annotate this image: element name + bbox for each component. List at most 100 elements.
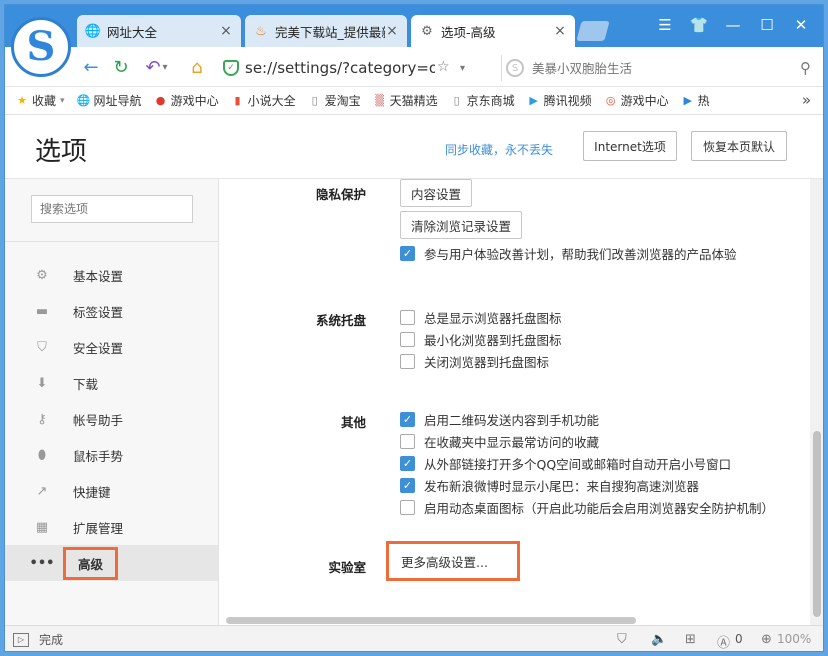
sidebar-toggle-icon[interactable]: ▷ <box>13 632 29 647</box>
option-user-experience[interactable]: ✓ 参与用户体验改善计划，帮助我们改善浏览器的产品体验 <box>400 244 737 262</box>
chevron-down-icon[interactable]: ▾ <box>460 63 465 74</box>
chevron-down-icon[interactable]: ▾ <box>159 55 171 79</box>
bookmark-item[interactable]: ▶ 热 <box>681 92 710 109</box>
new-tab-button[interactable] <box>576 21 610 41</box>
more-bookmarks-icon[interactable]: » <box>802 91 811 109</box>
secure-shield-icon: ✓ <box>223 60 239 76</box>
star-icon[interactable]: ☆ <box>437 59 450 75</box>
option-label: 关闭浏览器到托盘图标 <box>424 354 550 370</box>
home-icon[interactable]: ⌂ <box>185 55 209 79</box>
refresh-icon[interactable]: ↻ <box>109 55 133 79</box>
option-frequent-favorites[interactable]: 在收藏夹中显示最常访问的收藏 <box>400 432 599 450</box>
horizontal-scrollbar[interactable] <box>220 613 810 625</box>
bookmark-item[interactable]: ▯ 京东商城 <box>450 92 515 109</box>
divider <box>5 241 218 242</box>
shield-icon[interactable]: ⛉ <box>617 632 627 647</box>
section-label-tray: 系统托盘 <box>315 313 366 328</box>
bookmark-label: 京东商城 <box>466 94 515 108</box>
sidebar-item-extensions[interactable]: ▦ 扩展管理 <box>5 509 218 545</box>
options-search-input[interactable] <box>31 195 193 223</box>
scrollbar-thumb[interactable] <box>226 617 636 624</box>
option-label: 发布新浪微博时显示小尾巴：来自搜狗高速浏览器 <box>424 478 700 494</box>
bookmark-item[interactable]: ▯ 爱淘宝 <box>308 92 361 109</box>
close-icon[interactable]: × <box>219 23 233 39</box>
search-box[interactable]: S ⚲ <box>501 55 817 81</box>
option-tray-always-show[interactable]: 总是显示浏览器托盘图标 <box>400 308 562 326</box>
back-icon[interactable]: ← <box>79 55 103 79</box>
checkbox-checked[interactable]: ✓ <box>400 245 415 261</box>
mouse-icon: ⬮ <box>37 447 47 463</box>
fire-icon: ♨ <box>255 23 267 39</box>
tab-2[interactable]: ⚙ 选项-高级 × <box>411 15 575 47</box>
navigation-bar: ← ↻ ↶ ▾ ⌂ ✓ se://settings/?category=othe… <box>5 47 823 87</box>
sidebar-item-account[interactable]: ⚷ 帐号助手 <box>5 401 218 437</box>
checkbox-checked[interactable]: ✓ <box>400 411 415 427</box>
minimize-icon[interactable]: — <box>719 13 747 37</box>
window-close-icon[interactable]: ✕ <box>787 13 815 37</box>
tab-0[interactable]: 🌐 网址大全 × <box>77 15 241 47</box>
sidebar-item-label: 扩展管理 <box>73 520 124 536</box>
bookmark-label: 热 <box>697 94 710 108</box>
bookmark-item[interactable]: ▮ 小说大全 <box>231 92 296 109</box>
close-icon[interactable]: × <box>385 23 399 39</box>
clear-history-settings-button[interactable]: 清除浏览记录设置 <box>400 211 523 239</box>
status-text: 完成 <box>39 633 64 647</box>
option-dynamic-desktop-icon[interactable]: 启用动态桌面图标（开启此功能后会启用浏览器安全防护机制） <box>400 498 774 516</box>
sync-link[interactable]: 同步收藏，永不丢失 <box>445 141 553 158</box>
checkbox-checked[interactable]: ✓ <box>400 477 415 493</box>
button-label: 更多高级设置... <box>401 554 488 570</box>
option-tray-minimize[interactable]: 最小化浏览器到托盘图标 <box>400 330 562 348</box>
content-settings-button[interactable]: 内容设置 <box>400 179 473 207</box>
option-qq-alt-window[interactable]: ✓ 从外部链接打开多个QQ空间或邮箱时自动开启小号窗口 <box>400 454 731 472</box>
adblock-icon[interactable]: Ⓐ <box>717 632 730 651</box>
zoom-level[interactable]: 100% <box>777 632 811 646</box>
option-qrcode[interactable]: ✓ 启用二维码发送内容到手机功能 <box>400 410 599 428</box>
tab-title: 网址大全 <box>107 24 158 40</box>
search-input[interactable] <box>532 60 792 76</box>
maximize-icon[interactable]: ☐ <box>753 13 781 37</box>
vertical-scrollbar[interactable] <box>810 179 823 625</box>
internet-options-button[interactable]: Internet选项 <box>583 131 677 161</box>
skin-icon[interactable]: 👕 <box>685 13 713 37</box>
shortcut-icon: ↗ <box>36 483 48 499</box>
download-tray-icon[interactable]: ⊞ <box>685 632 696 647</box>
sidebar-item-mouse-gesture[interactable]: ⬮ 鼠标手势 <box>5 437 218 473</box>
url-text[interactable]: se://settings/?category=other <box>245 59 435 77</box>
bookmark-item[interactable]: ▶ 腾讯视频 <box>527 92 591 109</box>
globe-icon: 🌐 <box>84 23 102 39</box>
sidebar-item-advanced[interactable]: ••• 高级 <box>5 545 218 581</box>
bookmark-item[interactable]: ▒ 天猫精选 <box>373 92 437 109</box>
sidebar-item-download[interactable]: ⬇ 下载 <box>5 365 218 401</box>
checkbox[interactable] <box>400 353 415 369</box>
game-icon: ● <box>155 94 166 107</box>
option-weibo-tail[interactable]: ✓ 发布新浪微博时显示小尾巴：来自搜狗高速浏览器 <box>400 476 699 494</box>
sidebar-item-basic[interactable]: ⚙ 基本设置 <box>5 257 218 293</box>
bookmark-item[interactable]: ● 游戏中心 <box>154 92 219 109</box>
sidebar-item-tabs[interactable]: ▬ 标签设置 <box>5 293 218 329</box>
browser-window: 🌐 网址大全 × ♨ 完美下载站_提供最新 × ⚙ 选项-高级 × ☰ 👕 — … <box>4 4 824 652</box>
close-icon[interactable]: × <box>553 23 567 39</box>
section-label-lab: 实验室 <box>328 560 366 575</box>
search-icon[interactable]: ⚲ <box>800 59 811 77</box>
option-tray-close[interactable]: 关闭浏览器到托盘图标 <box>400 352 549 370</box>
sidebar-item-shortcut[interactable]: ↗ 快捷键 <box>5 473 218 509</box>
checkbox[interactable] <box>400 499 415 515</box>
bookmark-label: 小说大全 <box>247 94 296 108</box>
bookmark-favorites[interactable]: ★ 收藏 ▾ <box>15 92 64 109</box>
bookmark-item[interactable]: ◎ 游戏中心 <box>604 92 669 109</box>
checkbox[interactable] <box>400 309 415 325</box>
bookmark-item[interactable]: 🌐 网址导航 <box>77 92 142 109</box>
sidebar-item-security[interactable]: ⛉ 安全设置 <box>5 329 218 365</box>
scrollbar-thumb[interactable] <box>813 431 821 617</box>
tab-1[interactable]: ♨ 完美下载站_提供最新 × <box>245 15 407 47</box>
sidebar-item-label: 快捷键 <box>73 484 111 500</box>
menu-icon[interactable]: ☰ <box>651 13 679 37</box>
speaker-icon[interactable]: 🔈 <box>651 632 667 647</box>
checkbox[interactable] <box>400 331 415 347</box>
more-advanced-settings-button[interactable]: 更多高级设置... <box>386 541 520 581</box>
zoom-icon[interactable]: ⊕ <box>761 632 772 647</box>
gear-icon: ⚙ <box>421 23 433 39</box>
checkbox-checked[interactable]: ✓ <box>400 455 415 471</box>
restore-default-button[interactable]: 恢复本页默认 <box>691 131 787 161</box>
checkbox[interactable] <box>400 433 415 449</box>
